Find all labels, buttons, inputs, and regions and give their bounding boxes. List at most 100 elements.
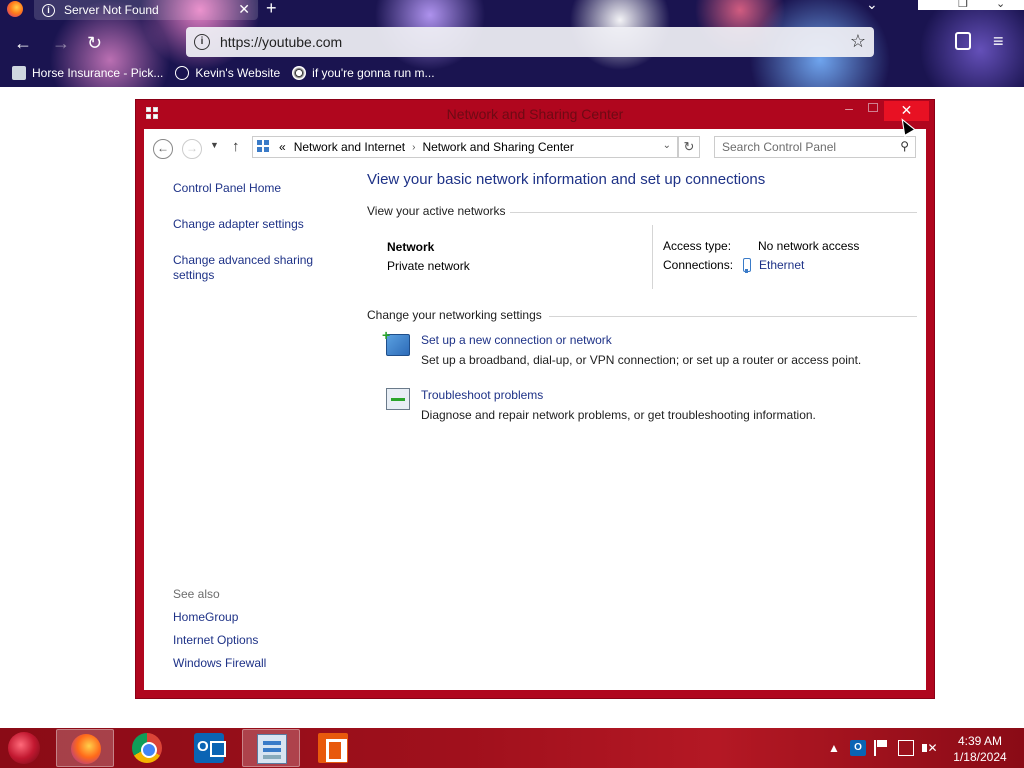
taskbar-office[interactable] <box>304 729 362 767</box>
firefox-menu-icon[interactable] <box>7 1 23 17</box>
search-placeholder: Search Control Panel <box>722 140 837 154</box>
change-adapter-settings-link[interactable]: Change adapter settings <box>173 217 353 232</box>
reload-icon[interactable]: ↻ <box>87 33 102 54</box>
clock[interactable]: 4:39 AM 1/18/2024 <box>946 733 1014 765</box>
tab-close-icon[interactable]: ✕ <box>238 1 250 18</box>
vertical-divider <box>652 225 653 289</box>
search-input[interactable]: Search Control Panel ⚲ <box>714 136 916 158</box>
close-icon[interactable]: ⌄ <box>996 0 1005 10</box>
network-category[interactable]: Private network <box>387 259 470 273</box>
internet-options-link[interactable]: Internet Options <box>173 633 258 647</box>
back-icon[interactable]: ← <box>153 139 173 159</box>
networking-settings-heading: Change your networking settings <box>367 308 542 322</box>
recent-locations-chevron-icon[interactable]: ▼ <box>210 140 219 150</box>
hamburger-menu-icon[interactable]: ≡ <box>993 31 1004 52</box>
minimize-icon[interactable]: – <box>839 100 859 120</box>
control-panel-icon <box>257 140 271 154</box>
globe-icon <box>175 66 190 80</box>
clock-date: 1/18/2024 <box>953 750 1007 764</box>
new-tab-icon[interactable]: + <box>266 0 277 19</box>
soccer-ball-icon <box>292 66 307 80</box>
network-setup-icon <box>382 327 410 356</box>
ethernet-connection-link[interactable]: Ethernet <box>743 258 805 273</box>
chrome-icon <box>132 733 162 763</box>
outlook-icon <box>194 733 226 763</box>
setup-connection-description: Set up a broadband, dial-up, or VPN conn… <box>421 353 862 367</box>
search-icon[interactable]: ⚲ <box>900 139 909 153</box>
taskbar: ▲ O ✕ 4:39 AM 1/18/2024 <box>0 728 1024 768</box>
tab-title: Server Not Found <box>64 3 159 17</box>
browser-chrome: i Server Not Found ✕ + ⌄ ❐ ⌄ ← → ↻ i htt… <box>0 0 1024 87</box>
office-icon <box>318 733 348 763</box>
forward-icon: → <box>182 139 202 159</box>
active-networks-heading: View your active networks <box>367 204 506 218</box>
breadcrumb-network-sharing[interactable]: Network and Sharing Center <box>422 140 573 154</box>
control-panel-icon <box>257 734 287 764</box>
change-advanced-sharing-link[interactable]: Change advanced sharing settings <box>173 253 323 283</box>
connection-name: Ethernet <box>759 258 805 272</box>
refresh-icon[interactable]: ↻ <box>678 136 700 158</box>
horse-favicon-icon <box>12 66 26 80</box>
navigation-bar: ← → ▼ ↑ « Network and Internet › Network… <box>144 129 926 169</box>
setup-connection-link[interactable]: Set up a new connection or network <box>421 333 612 347</box>
system-tray: ▲ O ✕ <box>826 740 946 756</box>
start-button-icon[interactable] <box>8 732 40 764</box>
control-panel-home-link[interactable]: Control Panel Home <box>173 181 353 196</box>
bookmark-item[interactable]: Horse Insurance - Pick... <box>12 66 163 80</box>
chevron-down-icon[interactable]: ⌄ <box>663 140 671 151</box>
up-arrow-icon[interactable]: ↑ <box>232 138 240 155</box>
windows-firewall-link[interactable]: Windows Firewall <box>173 656 266 670</box>
access-type-value: No network access <box>758 239 860 253</box>
taskbar-outlook[interactable] <box>180 729 238 767</box>
network-icon[interactable] <box>898 740 914 756</box>
taskbar-control-panel[interactable] <box>242 729 300 767</box>
breadcrumb-network-internet[interactable]: Network and Internet <box>294 140 405 154</box>
window-title: Network and Sharing Center <box>446 106 624 122</box>
bookmark-item[interactable]: if you're gonna run m... <box>292 66 435 80</box>
firefox-icon <box>71 734 101 764</box>
bookmark-item[interactable]: Kevin's Website <box>175 66 280 80</box>
extensions-icon[interactable] <box>955 32 971 50</box>
page-title: View your basic network information and … <box>367 171 766 188</box>
window-controls: ❐ ⌄ <box>918 0 1024 10</box>
troubleshoot-description: Diagnose and repair network problems, or… <box>421 408 816 422</box>
bookmark-label: Kevin's Website <box>195 66 281 80</box>
info-icon: i <box>42 3 55 17</box>
chevron-down-icon[interactable]: ⌄ <box>866 0 878 13</box>
homegroup-link[interactable]: HomeGroup <box>173 610 238 624</box>
restore-icon[interactable]: ❐ <box>958 0 968 10</box>
left-pane: Control Panel Home Change adapter settin… <box>173 181 353 283</box>
browser-tab[interactable]: i Server Not Found ✕ <box>34 0 258 20</box>
url-bar[interactable]: i https://youtube.com ☆ <box>186 27 874 57</box>
section-divider <box>549 316 917 317</box>
bookmark-label: if you're gonna run m... <box>312 66 435 80</box>
outlook-tray-icon[interactable]: O <box>850 740 866 756</box>
bookmark-label: Horse Insurance - Pick... <box>32 66 164 80</box>
overflow-chevron-icon[interactable]: « <box>279 140 286 154</box>
show-hidden-icons-icon[interactable]: ▲ <box>826 740 842 756</box>
section-divider <box>510 212 917 213</box>
url-text[interactable]: https://youtube.com <box>220 34 342 50</box>
clock-time: 4:39 AM <box>957 734 1003 748</box>
breadcrumb-separator-icon[interactable]: › <box>412 142 415 153</box>
taskbar-firefox[interactable] <box>56 729 114 767</box>
bookmark-star-icon[interactable]: ☆ <box>850 31 866 52</box>
forward-icon: → <box>52 33 70 53</box>
address-bar[interactable]: « Network and Internet › Network and Sha… <box>252 136 678 158</box>
network-sharing-window: Network and Sharing Center – ✕ ← → ▼ ↑ «… <box>135 99 935 699</box>
connections-label: Connections: <box>663 258 734 272</box>
site-info-icon[interactable]: i <box>194 34 210 50</box>
maximize-icon[interactable] <box>868 103 878 112</box>
see-also-heading: See also <box>173 587 220 601</box>
action-center-flag-icon[interactable] <box>874 740 890 756</box>
taskbar-chrome[interactable] <box>118 729 176 767</box>
window-content: ← → ▼ ↑ « Network and Internet › Network… <box>144 129 926 690</box>
ethernet-icon <box>743 258 751 273</box>
troubleshoot-link[interactable]: Troubleshoot problems <box>421 388 543 402</box>
access-type-label: Access type: <box>663 239 732 253</box>
troubleshoot-icon <box>386 388 410 410</box>
volume-muted-icon[interactable]: ✕ <box>922 740 938 756</box>
network-name: Network <box>387 240 435 254</box>
back-icon[interactable]: ← <box>14 33 32 54</box>
bookmarks-toolbar: Horse Insurance - Pick... Kevin's Websit… <box>0 62 435 84</box>
